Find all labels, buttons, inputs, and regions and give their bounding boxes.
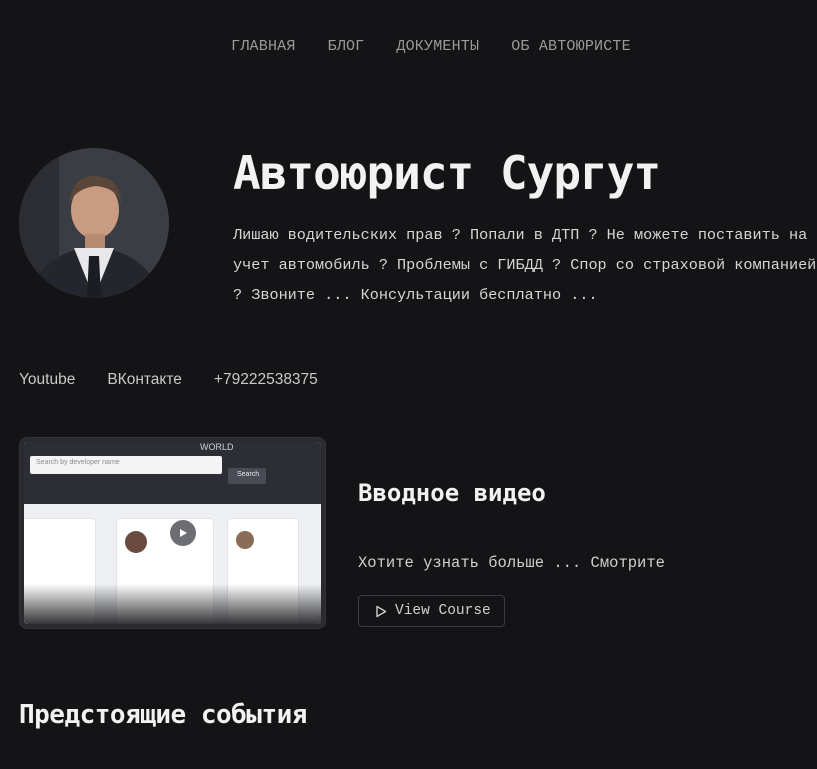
preview-header: WORLD Search by developer name Search (24, 442, 321, 504)
view-course-label: View Course (395, 603, 491, 619)
preview-card-avatar (236, 531, 254, 549)
events-section-title: Предстоящие события (19, 700, 307, 730)
lawyer-portrait-image (19, 148, 169, 298)
nav-item-about[interactable]: ОБ АВТОЮРИСТЕ (511, 38, 631, 55)
youtube-link[interactable]: Youtube (19, 371, 75, 389)
hero-description: Лишаю водительских прав ? Попали в ДТП ?… (233, 226, 817, 304)
phone-link[interactable]: +79222538375 (214, 371, 318, 389)
nav-item-documents[interactable]: ДОКУМЕНТЫ (396, 38, 479, 55)
vk-link[interactable]: ВКонтакте (107, 371, 182, 389)
view-course-button[interactable]: View Course (358, 595, 505, 627)
play-icon[interactable] (170, 520, 196, 546)
preview-card-avatar (125, 531, 147, 553)
play-outline-icon (376, 605, 387, 617)
contact-links: Youtube ВКонтакте +79222538375 (19, 371, 318, 389)
preview-search-placeholder: Search by developer name (36, 459, 120, 466)
nav-item-blog[interactable]: БЛОГ (328, 38, 365, 55)
main-nav: ГЛАВНАЯ БЛОГ ДОКУМЕНТЫ ОБ АВТОЮРИСТЕ (0, 38, 817, 55)
video-title: Вводное видео (358, 479, 546, 507)
avatar (19, 148, 169, 298)
nav-item-home[interactable]: ГЛАВНАЯ (231, 38, 295, 55)
preview-fade (24, 584, 321, 624)
preview-heading: WORLD (200, 442, 234, 452)
preview-search-button: Search (228, 468, 266, 484)
video-description: Хотите узнать больше ... Смотрите (358, 554, 665, 572)
page-title: Автоюрист Сургут (233, 146, 661, 200)
preview-search-field: Search by developer name (30, 456, 222, 474)
preview-search-button-label: Search (237, 471, 260, 478)
intro-video-thumbnail[interactable]: WORLD Search by developer name Search (19, 437, 326, 629)
